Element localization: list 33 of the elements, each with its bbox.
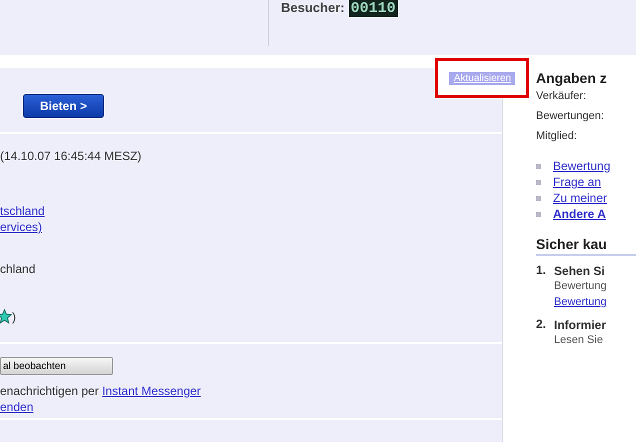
- seller-heading: Angaben z: [536, 70, 608, 86]
- seller-link[interactable]: Andere A: [553, 206, 606, 222]
- bid-button[interactable]: Bieten >: [23, 94, 104, 118]
- watch-button[interactable]: al beobachten: [0, 357, 113, 375]
- bullet-icon: [536, 212, 541, 216]
- bullet-icon: [536, 196, 541, 200]
- visitor-counter: 00110: [348, 0, 398, 17]
- shipping-link[interactable]: tschland: [0, 203, 502, 219]
- seller-link[interactable]: Zu meiner: [553, 190, 608, 206]
- seller-link[interactable]: Frage an: [553, 174, 602, 190]
- step-title: Informier: [554, 317, 606, 333]
- visitors-label: Besucher:: [281, 0, 345, 15]
- rating-suffix: ): [12, 310, 16, 324]
- seller-field-label: Bewertungen:: [536, 109, 605, 124]
- safe-buying-heading: Sicher kau: [536, 236, 636, 256]
- star-icon: [0, 309, 12, 324]
- seller-field-label: Mitglied:: [536, 129, 578, 144]
- shipping-link[interactable]: ervices): [0, 219, 502, 235]
- bullet-icon: [536, 164, 541, 168]
- step-number: 2.: [536, 317, 546, 333]
- step-text: Bewertung: [554, 279, 607, 294]
- notify-text: enachrichtigen per: [0, 384, 100, 398]
- seller-field-label: Verkäufer:: [536, 89, 588, 104]
- end-time-text: (14.10.07 16:45:44 MESZ): [0, 149, 142, 163]
- step-text: Lesen Sie: [554, 333, 604, 348]
- send-link[interactable]: enden: [0, 400, 34, 414]
- step-title: Sehen Si: [554, 263, 606, 279]
- messenger-link[interactable]: Instant Messenger: [102, 384, 201, 398]
- step-number: 1.: [536, 263, 546, 279]
- location-text: chland: [0, 262, 36, 276]
- bullet-icon: [536, 180, 541, 184]
- step-link[interactable]: Bewertung: [554, 296, 607, 308]
- seller-link[interactable]: Bewertung: [553, 158, 610, 174]
